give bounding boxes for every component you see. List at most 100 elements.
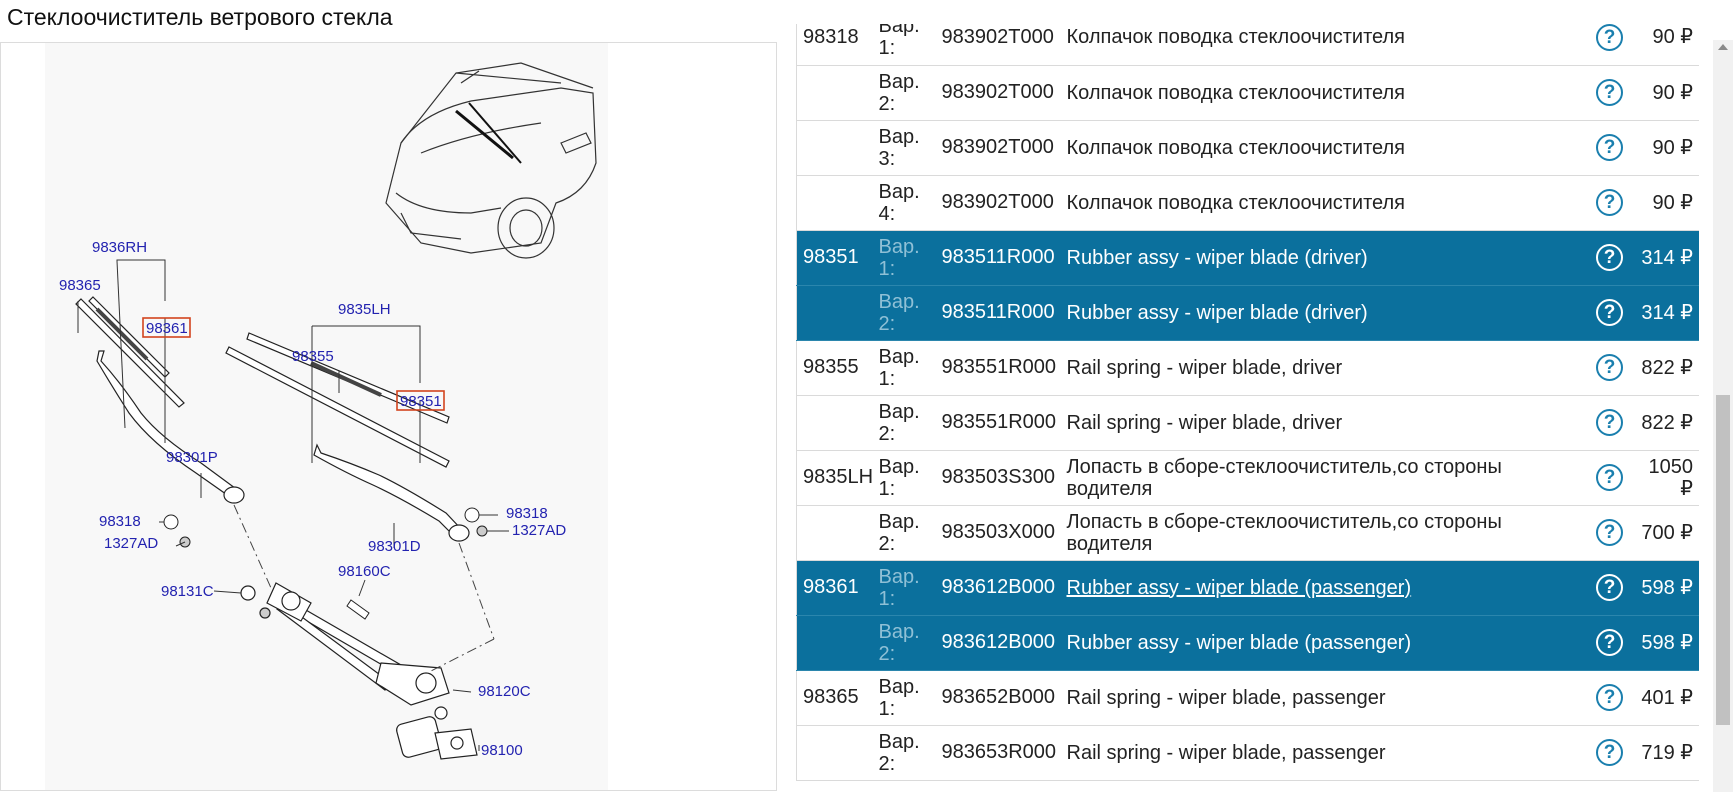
help-button[interactable]: ? <box>1583 560 1636 616</box>
part-name-link[interactable]: Колпачок поводка стеклоочистителя <box>1066 24 1584 66</box>
help-button[interactable]: ? <box>1583 340 1636 396</box>
part-name-link-text[interactable]: Лопасть в сборе-стеклоочиститель,со стор… <box>1067 511 1502 555</box>
help-button[interactable]: ? <box>1583 24 1636 66</box>
label-98160C[interactable]: 98160C <box>338 563 391 580</box>
part-name-link-text[interactable]: Rubber assy - wiper blade (driver) <box>1067 247 1368 269</box>
part-name-link-text[interactable]: Колпачок поводка стеклоочистителя <box>1067 137 1406 159</box>
parts-table-row[interactable]: Вар. 2: 983503X000 Лопасть в сборе-стеклоо… <box>796 505 1699 561</box>
label-1327AD-passenger[interactable]: 1327AD <box>104 535 158 552</box>
parts-table-row[interactable]: 98351 Вар. 1: 983511R000 Rubber assy - wipe… <box>796 230 1699 286</box>
help-button[interactable]: ? <box>1583 450 1636 506</box>
part-name-link[interactable]: Rubber assy - wiper blade (driver) <box>1066 285 1584 341</box>
part-name-link-text[interactable]: Rubber assy - wiper blade (passenger) <box>1067 577 1412 599</box>
part-name-link[interactable]: Rubber assy - wiper blade (passenger) <box>1066 560 1584 616</box>
help-circle-icon[interactable]: ? <box>1596 629 1623 656</box>
label-98361[interactable]: 98361 <box>146 320 188 337</box>
label-98318-passenger[interactable]: 98318 <box>99 513 141 530</box>
part-code-text: 983902T000 <box>941 191 1054 213</box>
label-9835LH[interactable]: 9835LH <box>338 301 391 318</box>
help-circle-icon[interactable]: ? <box>1596 574 1623 601</box>
label-98318-driver[interactable]: 98318 <box>506 505 548 522</box>
part-name-link[interactable]: Лопасть в сборе-стеклоочиститель,со стор… <box>1066 505 1584 561</box>
parts-table-row[interactable]: 98361 Вар. 1: 983612B000 Rubber assy - wipe… <box>796 560 1699 616</box>
part-price-text: 598 ₽ <box>1641 576 1693 599</box>
help-circle-icon[interactable]: ? <box>1596 79 1623 106</box>
help-circle-icon[interactable]: ? <box>1596 24 1623 51</box>
help-button[interactable]: ? <box>1583 175 1636 231</box>
help-button[interactable]: ? <box>1583 285 1636 341</box>
part-name-link[interactable]: Rubber assy - wiper blade (driver) <box>1066 230 1584 286</box>
part-name-link[interactable]: Колпачок поводка стеклоочистителя <box>1066 65 1584 121</box>
help-circle-icon[interactable]: ? <box>1596 134 1623 161</box>
label-98365[interactable]: 98365 <box>59 277 101 294</box>
help-circle-icon[interactable]: ? <box>1596 354 1623 381</box>
parts-table-row[interactable]: Вар. 4: 983902T000 Колпачок поводка стекло… <box>796 175 1699 231</box>
help-circle-icon[interactable]: ? <box>1596 464 1623 491</box>
part-name-link[interactable]: Rubber assy - wiper blade (passenger) <box>1066 615 1584 671</box>
part-name-link[interactable]: Колпачок поводка стеклоочистителя <box>1066 175 1584 231</box>
parts-table-row[interactable]: Вар. 2: 983511R000 Rubber assy - wiper bla… <box>796 285 1699 341</box>
help-button[interactable]: ? <box>1583 670 1636 726</box>
part-name-link-text[interactable]: Rail spring - wiper blade, passenger <box>1067 687 1386 709</box>
help-button[interactable]: ? <box>1583 230 1636 286</box>
help-circle-icon[interactable]: ? <box>1596 299 1623 326</box>
label-98301P[interactable]: 98301P <box>166 449 218 466</box>
part-name-link[interactable]: Rail spring - wiper blade, driver <box>1066 340 1584 396</box>
parts-table-row[interactable]: Вар. 2: 983902T000 Колпачок поводка стекло… <box>796 65 1699 121</box>
help-button[interactable]: ? <box>1583 120 1636 176</box>
variant-label-text: Вар. 3: <box>878 125 920 170</box>
part-name-link-text[interactable]: Колпачок поводка стеклоочистителя <box>1067 82 1406 104</box>
part-name-link[interactable]: Колпачок поводка стеклоочистителя <box>1066 120 1584 176</box>
label-98351[interactable]: 98351 <box>400 393 442 410</box>
part-name-link[interactable]: Rail spring - wiper blade, passenger <box>1066 725 1584 781</box>
part-name-link[interactable]: Лопасть в сборе-стеклоочиститель,со стор… <box>1066 450 1584 506</box>
part-name-link[interactable]: Rail spring - wiper blade, passenger <box>1066 670 1584 726</box>
help-button[interactable]: ? <box>1583 65 1636 121</box>
parts-table-row[interactable]: Вар. 2: 983653R000 Rail spring - wiper bla… <box>796 725 1699 781</box>
label-98131C[interactable]: 98131C <box>161 583 214 600</box>
scroll-up-arrow-icon[interactable] <box>1718 44 1728 50</box>
part-code: 983902T000 <box>941 65 1067 121</box>
scrollbar[interactable] <box>1713 40 1733 792</box>
help-circle-icon[interactable]: ? <box>1596 244 1623 271</box>
part-name-link-text[interactable]: Rail spring - wiper blade, driver <box>1067 357 1343 379</box>
parts-table-row[interactable]: 98365 Вар. 1: 983652B000 Rail spring - wipe… <box>796 670 1699 726</box>
variant-label: Вар. 2: <box>878 725 942 781</box>
help-circle-icon[interactable]: ? <box>1596 189 1623 216</box>
label-98120C[interactable]: 98120C <box>478 683 531 700</box>
help-circle-icon[interactable]: ? <box>1596 519 1623 546</box>
scrollbar-thumb[interactable] <box>1716 395 1730 725</box>
parts-table-row[interactable]: Вар. 2: 983612B000 Rubber assy - wiper bla… <box>796 615 1699 671</box>
label-98355[interactable]: 98355 <box>292 348 334 365</box>
help-circle-icon[interactable]: ? <box>1596 739 1623 766</box>
part-name-link-text[interactable]: Лопасть в сборе-стеклоочиститель,со стор… <box>1067 456 1502 500</box>
help-circle-icon[interactable]: ? <box>1596 409 1623 436</box>
parts-table-row[interactable]: Вар. 3: 983902T000 Колпачок поводка стекло… <box>796 120 1699 176</box>
label-9836RH[interactable]: 9836RH <box>92 239 147 256</box>
part-name-link-text[interactable]: Rail spring - wiper blade, driver <box>1067 412 1343 434</box>
variant-label: Вар. 1: <box>878 670 942 726</box>
part-name-link-text[interactable]: Колпачок поводка стеклоочистителя <box>1067 26 1406 48</box>
part-name-link-text[interactable]: Rubber assy - wiper blade (passenger) <box>1067 632 1412 654</box>
part-name-link-text[interactable]: Rubber assy - wiper blade (driver) <box>1067 302 1368 324</box>
parts-table-row[interactable]: 9835LH Вар. 1: 983503S300 Лопасть в сборе-с… <box>796 450 1699 506</box>
parts-table-row[interactable]: Вар. 2: 983551R000 Rail spring - wiper bla… <box>796 395 1699 451</box>
variant-label: Вар. 2: <box>878 395 942 451</box>
parts-table-row[interactable]: 98318 Вар. 1: 983902T000 Колпачок поводка с… <box>796 24 1699 66</box>
part-name-link-text[interactable]: Колпачок поводка стеклоочистителя <box>1067 192 1406 214</box>
part-code: 983511R000 <box>941 230 1067 286</box>
help-button[interactable]: ? <box>1583 615 1636 671</box>
part-code-text: 983652B000 <box>941 686 1055 708</box>
label-1327AD-driver[interactable]: 1327AD <box>512 522 566 539</box>
label-98301D[interactable]: 98301D <box>368 538 421 555</box>
part-price: 90 ₽ <box>1635 65 1699 121</box>
part-code-text: 983503S300 <box>941 466 1055 488</box>
help-button[interactable]: ? <box>1583 395 1636 451</box>
part-name-link-text[interactable]: Rail spring - wiper blade, passenger <box>1067 742 1386 764</box>
help-circle-icon[interactable]: ? <box>1596 684 1623 711</box>
help-button[interactable]: ? <box>1583 505 1636 561</box>
label-98100[interactable]: 98100 <box>481 742 523 759</box>
parts-table-row[interactable]: 98355 Вар. 1: 983551R000 Rail spring - wipe… <box>796 340 1699 396</box>
part-name-link[interactable]: Rail spring - wiper blade, driver <box>1066 395 1584 451</box>
help-button[interactable]: ? <box>1583 725 1636 781</box>
